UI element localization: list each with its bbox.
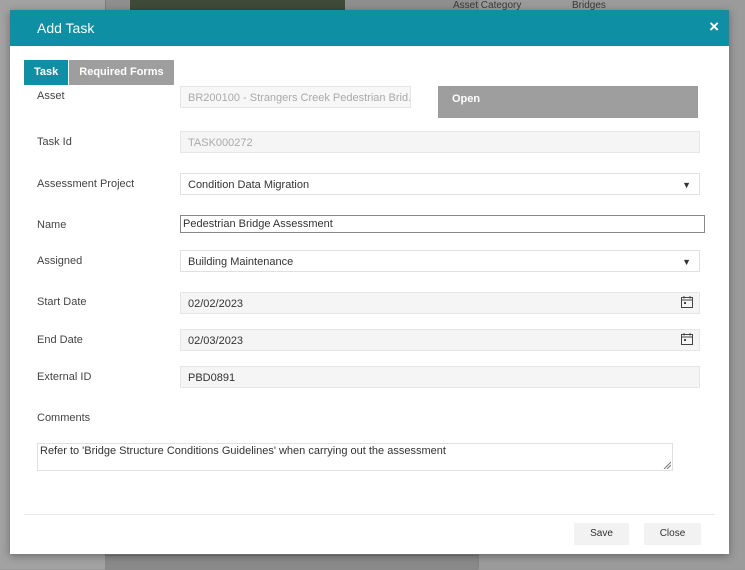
tab-required-forms[interactable]: Required Forms [69, 60, 174, 85]
assessment-project-label: Assessment Project [37, 178, 135, 190]
calendar-icon[interactable] [681, 296, 693, 308]
task-id-field: TASK000272 [180, 131, 700, 153]
close-button[interactable]: Close [644, 523, 701, 545]
dropdown-caret-icon: ▼ [682, 257, 691, 267]
assigned-label: Assigned [37, 255, 83, 267]
assigned-value: Building Maintenance [188, 256, 294, 268]
task-id-label: Task Id [37, 136, 72, 148]
start-date-value: 02/02/2023 [188, 298, 244, 310]
tab-bar: Task Required Forms [24, 60, 174, 85]
background-asset-photo [130, 0, 345, 10]
start-date-input[interactable]: 02/02/2023 [180, 292, 700, 314]
external-id-input[interactable]: PBD0891 [180, 366, 700, 388]
end-date-value: 02/03/2023 [188, 335, 244, 347]
asset-field: BR200100 - Strangers Creek Pedestrian Br… [180, 86, 411, 108]
resize-handle-icon[interactable] [663, 461, 671, 469]
status-badge: Open [438, 86, 698, 118]
end-date-input[interactable]: 02/03/2023 [180, 329, 700, 351]
name-input[interactable]: Pedestrian Bridge Assessment [180, 215, 705, 233]
assigned-select[interactable]: Building Maintenance ▼ [180, 250, 700, 272]
asset-label: Asset [37, 90, 65, 102]
start-date-label: Start Date [37, 296, 87, 308]
comments-value: Refer to 'Bridge Structure Conditions Gu… [40, 445, 446, 457]
tab-task[interactable]: Task [24, 60, 69, 85]
comments-textarea[interactable]: Refer to 'Bridge Structure Conditions Gu… [37, 443, 673, 471]
dropdown-caret-icon: ▼ [682, 180, 691, 190]
save-button[interactable]: Save [574, 523, 629, 545]
dialog-title: Add Task [37, 20, 95, 36]
footer-divider [24, 514, 715, 515]
name-label: Name [37, 219, 67, 231]
calendar-icon[interactable] [681, 333, 693, 345]
end-date-label: End Date [37, 334, 83, 346]
dialog-header: Add Task × [10, 10, 729, 46]
external-id-label: External ID [37, 371, 92, 383]
add-task-dialog: Add Task × Task Required Forms Asset BR20… [10, 10, 729, 554]
assessment-project-value: Condition Data Migration [188, 179, 310, 191]
close-icon[interactable]: × [709, 18, 719, 36]
background-footer-bar [105, 555, 478, 570]
comments-label: Comments [37, 412, 91, 424]
assessment-project-select[interactable]: Condition Data Migration ▼ [180, 173, 700, 195]
